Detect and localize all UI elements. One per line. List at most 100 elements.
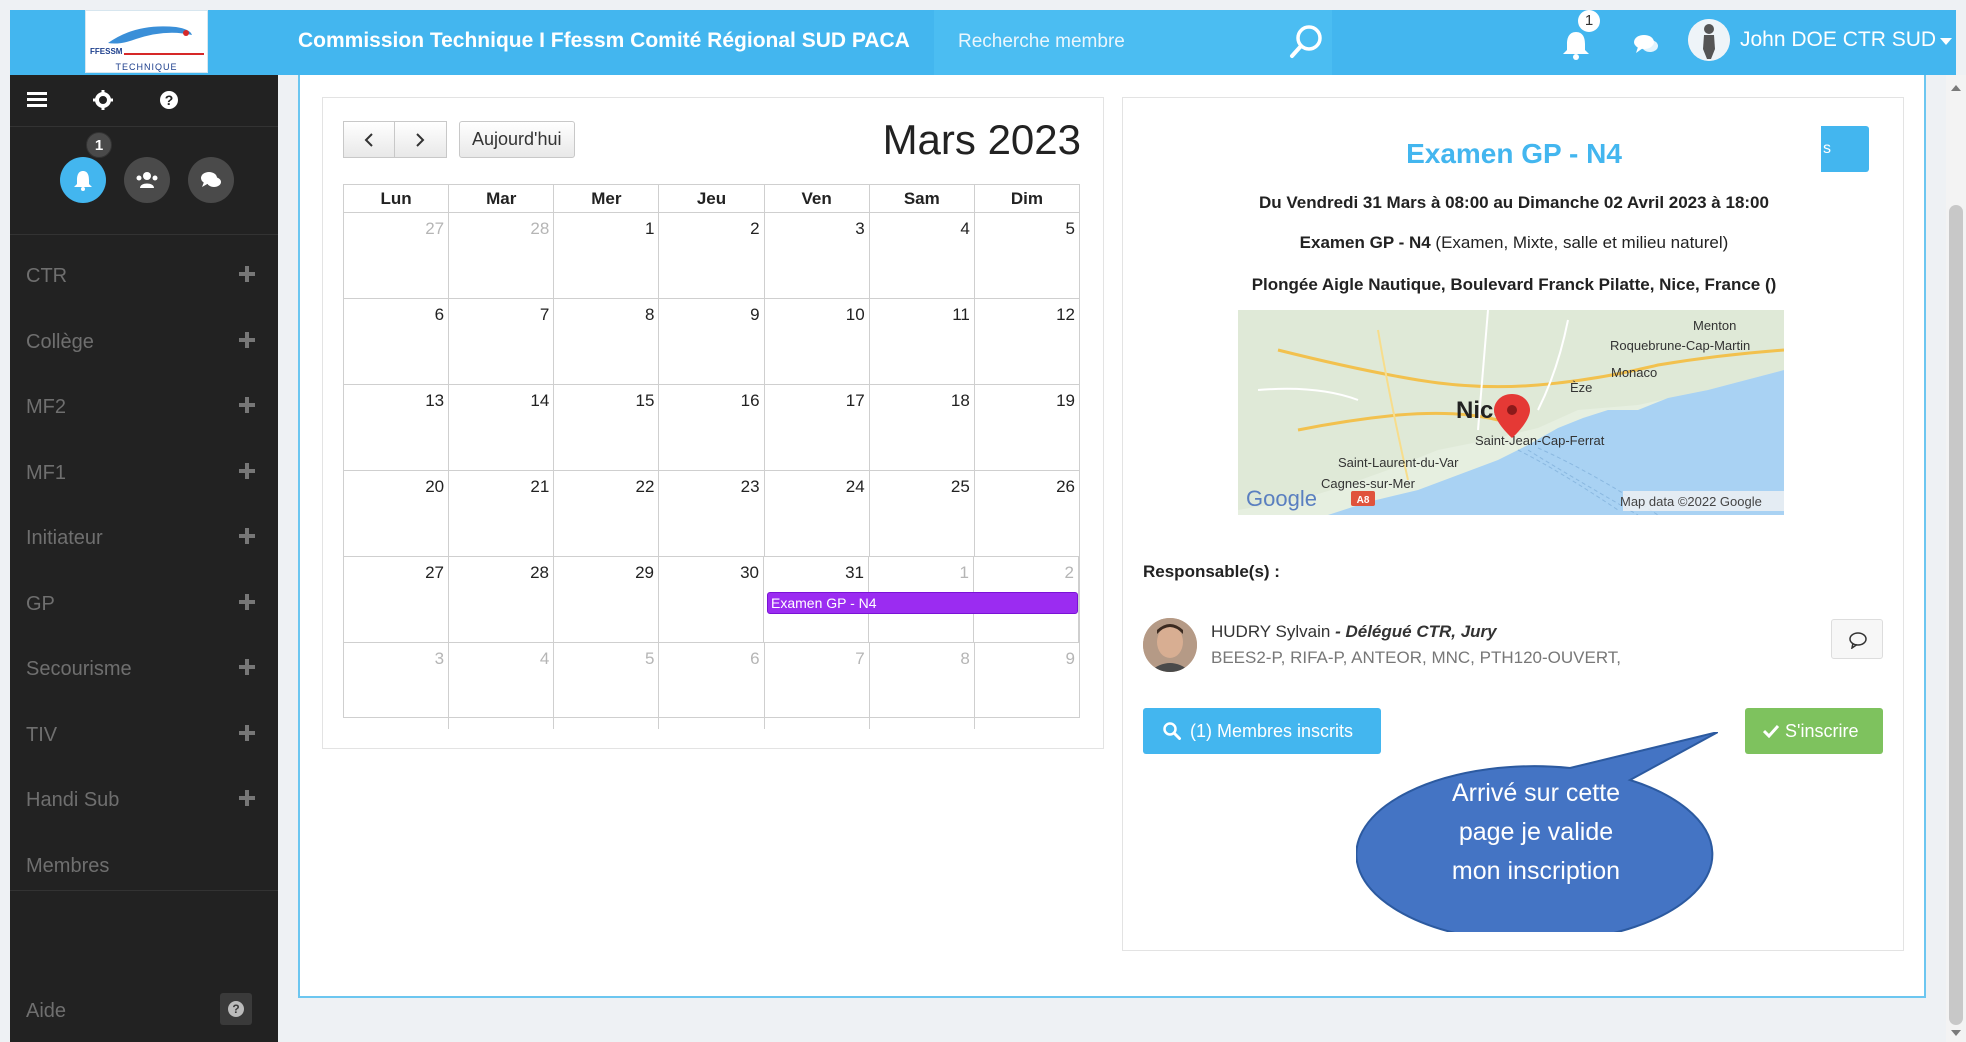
calendar-day-cell[interactable]: 3 xyxy=(765,213,870,298)
help-link[interactable]: Aide xyxy=(26,1000,66,1023)
calendar-day-cell[interactable]: 27 xyxy=(344,557,449,642)
calendar-day-cell[interactable]: 15 xyxy=(554,385,660,470)
user-menu-caret-icon[interactable] xyxy=(1940,38,1952,45)
calendar-day-cell[interactable]: 29 xyxy=(554,557,659,642)
plus-icon[interactable] xyxy=(238,724,256,742)
sidebar-item[interactable]: Initiateur xyxy=(10,507,278,573)
event-actions-dropdown[interactable]: s xyxy=(1821,126,1869,172)
page-scrollbar[interactable] xyxy=(1946,75,1966,1042)
calendar-day-cell[interactable]: 10 xyxy=(765,299,870,384)
calendar-day-cell[interactable]: 28 xyxy=(449,213,555,298)
calendar-day-cell[interactable]: 2 xyxy=(659,213,765,298)
help-button[interactable]: ? xyxy=(220,993,252,1025)
menu-list-icon[interactable] xyxy=(24,87,50,113)
calendar-day-cell[interactable]: 12 xyxy=(975,299,1079,384)
calendar-day-cell[interactable]: 26 xyxy=(975,471,1079,556)
user-avatar[interactable] xyxy=(1688,19,1730,61)
calendar-day-cell[interactable]: 4 xyxy=(449,643,555,729)
scroll-up-arrow-icon[interactable] xyxy=(1951,85,1961,91)
sidebar-item[interactable]: TIV xyxy=(10,704,278,770)
calendar-day-cell[interactable]: 14 xyxy=(449,385,555,470)
calendar-day-cell[interactable]: 23 xyxy=(659,471,765,556)
calendar-day-cell[interactable]: 8 xyxy=(870,643,975,729)
today-button[interactable]: Aujourd'hui xyxy=(459,121,575,158)
plus-icon[interactable] xyxy=(238,462,256,480)
svg-text:?: ? xyxy=(165,92,174,108)
sidebar-item[interactable]: MF2 xyxy=(10,376,278,442)
registered-members-button[interactable]: (1) Membres inscrits xyxy=(1143,708,1381,754)
calendar-day-cell[interactable]: 7 xyxy=(449,299,555,384)
calendar-day-cell[interactable]: 28 xyxy=(449,557,554,642)
calendar-day-cell[interactable]: 9 xyxy=(659,299,765,384)
member-search xyxy=(934,10,1332,75)
calendar-day-cell[interactable]: 17 xyxy=(765,385,870,470)
calendar-event[interactable]: Examen GP - N4 xyxy=(767,592,1078,614)
sidebar-item-label: Handi Sub xyxy=(26,789,120,811)
sidebar-item[interactable]: CTR xyxy=(10,245,278,311)
prev-month-button[interactable] xyxy=(343,121,395,158)
day-number: 29 xyxy=(635,563,654,582)
register-button[interactable]: S'inscrire xyxy=(1745,708,1883,754)
next-month-button[interactable] xyxy=(395,121,447,158)
calendar-day-cell[interactable]: 9 xyxy=(975,643,1079,729)
day-number: 31 xyxy=(845,563,864,582)
day-number: 19 xyxy=(1056,391,1075,410)
plus-icon[interactable] xyxy=(238,396,256,414)
sidebar-item[interactable]: Handi Sub xyxy=(10,769,278,835)
sidebar-item[interactable]: Secourisme xyxy=(10,638,278,704)
day-number: 22 xyxy=(635,477,655,496)
help-icon[interactable]: ? xyxy=(156,87,182,113)
calendar-day-cell[interactable]: 1 xyxy=(554,213,660,298)
calendar-day-cell[interactable]: 5 xyxy=(975,213,1079,298)
actions-caret-icon[interactable] xyxy=(1888,148,1898,154)
plus-icon[interactable] xyxy=(238,527,256,545)
calendar-day-cell[interactable]: 5 xyxy=(554,643,660,729)
calendar-day-cell[interactable]: 21 xyxy=(449,471,555,556)
plus-icon[interactable] xyxy=(238,658,256,676)
calendar-week-row: 20 21 22 23 24 25 26 xyxy=(344,471,1079,557)
check-icon xyxy=(1763,724,1779,738)
calendar-day-cell[interactable]: 27 xyxy=(344,213,450,298)
calendar-day-cell[interactable]: 8 xyxy=(554,299,660,384)
calendar-day-cell[interactable]: 22 xyxy=(554,471,660,556)
plus-icon[interactable] xyxy=(238,331,256,349)
calendar-day-cell[interactable]: 3 xyxy=(344,643,450,729)
chat-icon[interactable] xyxy=(1632,30,1660,58)
day-number: 15 xyxy=(635,391,655,410)
message-responsable-button[interactable] xyxy=(1831,619,1883,659)
scroll-down-arrow-icon[interactable] xyxy=(1951,1030,1961,1036)
search-icon[interactable] xyxy=(1286,22,1326,62)
calendar-day-cell[interactable]: 4 xyxy=(870,213,975,298)
calendar-day-cell[interactable]: 11 xyxy=(870,299,975,384)
calendar-day-cell[interactable]: 25 xyxy=(870,471,975,556)
scroll-thumb[interactable] xyxy=(1949,205,1963,1025)
calendar-day-cell[interactable]: 20 xyxy=(344,471,450,556)
sidebar-item[interactable]: MF1 xyxy=(10,442,278,508)
day-number: 9 xyxy=(750,305,760,324)
messages-shortcut[interactable] xyxy=(188,157,234,203)
calendar-day-cell[interactable]: 24 xyxy=(765,471,870,556)
plus-icon[interactable] xyxy=(238,593,256,611)
notifications-shortcut[interactable] xyxy=(60,157,106,203)
map-label-saint-jean: Saint-Jean-Cap-Ferrat xyxy=(1475,433,1605,448)
calendar-day-cell[interactable]: 18 xyxy=(870,385,975,470)
day-number: 4 xyxy=(539,649,550,668)
calendar-day-cell[interactable]: 19 xyxy=(975,385,1079,470)
calendar-day-cell[interactable]: 13 xyxy=(344,385,450,470)
sidebar-item[interactable]: GP xyxy=(10,573,278,639)
event-location: Plongée Aigle Nautique, Boulevard Franck… xyxy=(1251,275,1777,294)
plus-icon[interactable] xyxy=(238,789,256,807)
member-search-input[interactable] xyxy=(958,24,1258,60)
sidebar-item[interactable]: Collège xyxy=(10,311,278,377)
groups-shortcut[interactable] xyxy=(124,157,170,203)
calendar-day-cell[interactable]: 6 xyxy=(659,643,765,729)
settings-gear-icon[interactable] xyxy=(90,87,116,113)
event-map[interactable]: Menton Roquebrune-Cap-Martin Monaco Èze … xyxy=(1238,310,1784,515)
calendar-day-cell[interactable]: 6 xyxy=(344,299,450,384)
user-name[interactable]: John DOE CTR SUD xyxy=(1740,28,1936,52)
calendar-day-cell[interactable]: 30 xyxy=(659,557,764,642)
plus-icon[interactable] xyxy=(238,265,256,283)
ffessm-logo[interactable]: FFESSM TECHNIQUE xyxy=(85,10,208,73)
calendar-day-cell[interactable]: 7 xyxy=(765,643,870,729)
calendar-day-cell[interactable]: 16 xyxy=(659,385,765,470)
